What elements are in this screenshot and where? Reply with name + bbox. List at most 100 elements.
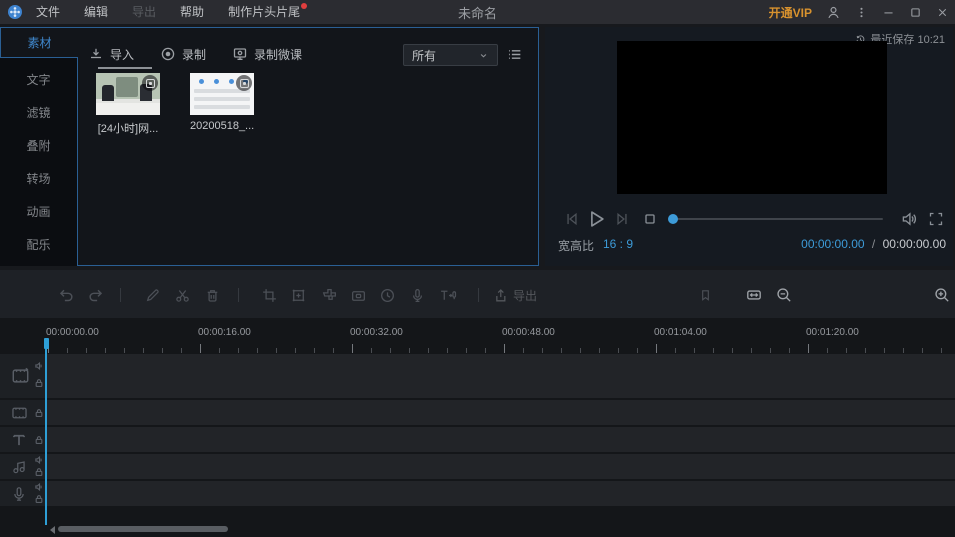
media-item[interactable]: 20200518_... (190, 73, 254, 132)
menu-make-intro-outro[interactable]: 制作片头片尾 (218, 0, 310, 24)
fit-timeline-button[interactable] (742, 283, 766, 307)
thumbnail-detail (194, 105, 250, 109)
sidebar-tab-music[interactable]: 配乐 (0, 231, 77, 257)
track-volume-icon[interactable] (34, 482, 44, 492)
speed-button[interactable] (375, 283, 399, 307)
timeline: 00:00:00.00 00:00:16.00 00:00:32.00 00:0… (0, 318, 955, 537)
record-button[interactable]: 录制 (160, 46, 206, 63)
sidebar-tab-transition[interactable]: 转场 (0, 165, 77, 191)
media-item[interactable]: [24小时]网... (96, 73, 160, 136)
thumbnail-detail (194, 97, 250, 101)
text-track-lane[interactable] (45, 427, 955, 452)
volume-icon[interactable] (897, 207, 921, 231)
undo-button[interactable] (54, 283, 78, 307)
video-track-header[interactable] (0, 354, 45, 398)
redo-button[interactable] (84, 283, 108, 307)
sidebar-tab-material[interactable]: 素材 (0, 27, 78, 58)
import-button[interactable]: 导入 (88, 46, 134, 63)
menu-help[interactable]: 帮助 (170, 0, 214, 24)
ruler-label: 00:00:00.00 (46, 327, 99, 338)
crop-button[interactable] (257, 283, 281, 307)
voice-track-lane[interactable] (45, 481, 955, 506)
overlay-track-header[interactable] (0, 400, 45, 425)
marker-button[interactable] (693, 283, 717, 307)
chevron-down-icon (478, 50, 489, 61)
snapshot-button[interactable] (346, 283, 370, 307)
text-track-header[interactable] (0, 427, 45, 452)
ruler-tick (200, 344, 201, 353)
sidebar-tab-text[interactable]: 文字 (0, 66, 77, 92)
split-scissors-button[interactable] (170, 283, 194, 307)
time-ruler[interactable] (0, 340, 955, 353)
track-row-text[interactable] (0, 427, 955, 452)
menu-export: 导出 (132, 5, 157, 19)
playhead-line[interactable] (45, 338, 47, 525)
record-course-button[interactable]: 录制微课 (232, 46, 302, 63)
mosaic-button[interactable] (317, 283, 341, 307)
prev-frame-button[interactable] (560, 207, 584, 231)
ruler-tick (846, 348, 847, 353)
edit-clip-button[interactable] (140, 283, 164, 307)
seek-handle[interactable] (668, 214, 678, 224)
music-track-header[interactable] (0, 454, 45, 479)
ruler-tick (789, 348, 790, 353)
minimize-button[interactable] (882, 6, 895, 19)
ruler-tick (485, 348, 486, 353)
video-track-lane[interactable] (45, 354, 955, 398)
fullscreen-icon[interactable] (924, 207, 948, 231)
material-filter-dropdown[interactable]: 所有 (403, 44, 498, 66)
zoom-out-button[interactable] (772, 283, 796, 307)
video-preview-screen[interactable] (617, 41, 887, 194)
seek-bar[interactable] (673, 218, 883, 220)
sidebar-tab-filter[interactable]: 滤镜 (0, 99, 77, 125)
more-menu-icon[interactable] (855, 5, 868, 20)
delete-button[interactable] (200, 283, 224, 307)
track-row-voice[interactable] (0, 481, 955, 506)
next-frame-button[interactable] (610, 207, 634, 231)
maximize-button[interactable] (909, 6, 922, 19)
voice-track-header[interactable] (0, 481, 45, 506)
track-row-overlay[interactable] (0, 400, 955, 425)
track-row-video[interactable] (0, 354, 955, 398)
close-button[interactable] (936, 6, 949, 19)
scroll-left-arrow[interactable] (50, 526, 55, 534)
track-row-music[interactable] (0, 454, 955, 479)
track-lock-icon[interactable] (34, 408, 44, 418)
video-thumbnail-news[interactable] (96, 73, 160, 115)
track-lock-icon[interactable] (34, 435, 44, 445)
thumbnail-detail (116, 77, 138, 97)
sidebar-tab-overlay[interactable]: 叠附 (0, 132, 77, 158)
ruler-tick (903, 348, 904, 353)
open-vip-button[interactable]: 开通VIP (769, 4, 812, 21)
track-lock-icon[interactable] (34, 494, 44, 504)
sidebar-tab-animation[interactable]: 动画 (0, 198, 77, 224)
film-video-icon (10, 366, 31, 387)
material-toolbar: 导入 录制 录制微课 (77, 40, 302, 68)
horizontal-scrollbar[interactable] (58, 526, 228, 532)
aspect-ratio-value[interactable]: 16 : 9 (603, 237, 633, 251)
video-type-badge-icon (236, 75, 252, 91)
playback-controls (545, 205, 953, 233)
ruler-tick (333, 348, 334, 353)
export-button[interactable]: 导出 (491, 283, 537, 307)
music-track-lane[interactable] (45, 454, 955, 479)
track-volume-icon[interactable] (34, 361, 44, 371)
menu-edit[interactable]: 编辑 (74, 0, 118, 24)
list-view-icon[interactable] (506, 46, 523, 63)
track-lock-icon[interactable] (34, 467, 44, 477)
overlay-track-lane[interactable] (45, 400, 955, 425)
zoom-region-button[interactable] (286, 283, 310, 307)
playhead-handle[interactable] (44, 338, 49, 349)
video-thumbnail-document[interactable] (190, 73, 254, 115)
track-volume-icon[interactable] (34, 455, 44, 465)
text-to-speech-button[interactable] (436, 283, 460, 307)
track-lock-icon[interactable] (34, 378, 44, 388)
menu-file[interactable]: 文件 (26, 0, 70, 24)
play-button[interactable] (584, 207, 608, 231)
ruler-label: 00:01:04.00 (654, 327, 707, 338)
user-account-icon[interactable] (826, 5, 841, 20)
stop-button[interactable] (638, 207, 662, 231)
zoom-in-button[interactable] (930, 283, 954, 307)
music-note-icon (10, 458, 28, 476)
voiceover-button[interactable] (405, 283, 429, 307)
